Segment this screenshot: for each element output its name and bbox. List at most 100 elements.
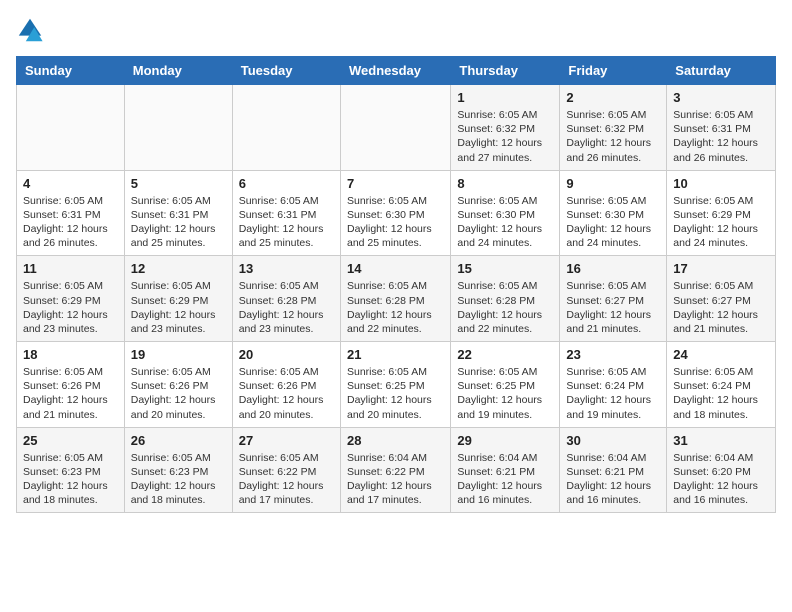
day-detail: Sunrise: 6:05 AM Sunset: 6:26 PM Dayligh… xyxy=(23,365,118,422)
calendar-cell: 30 Sunrise: 6:04 AM Sunset: 6:21 PM Dayli… xyxy=(560,427,667,513)
day-detail: Sunrise: 6:04 AM Sunset: 6:20 PM Dayligh… xyxy=(673,451,769,508)
day-number: 4 xyxy=(23,176,118,191)
calendar-table: SundayMondayTuesdayWednesdayThursdayFrid… xyxy=(16,56,776,513)
day-number: 23 xyxy=(566,347,660,362)
day-detail: Sunrise: 6:05 AM Sunset: 6:31 PM Dayligh… xyxy=(23,194,118,251)
page-header xyxy=(16,16,776,44)
day-detail: Sunrise: 6:05 AM Sunset: 6:28 PM Dayligh… xyxy=(457,279,553,336)
calendar-cell: 2 Sunrise: 6:05 AM Sunset: 6:32 PM Daylig… xyxy=(560,85,667,171)
day-number: 5 xyxy=(131,176,226,191)
calendar-cell: 18 Sunrise: 6:05 AM Sunset: 6:26 PM Dayli… xyxy=(17,342,125,428)
calendar-cell: 26 Sunrise: 6:05 AM Sunset: 6:23 PM Dayli… xyxy=(124,427,232,513)
day-detail: Sunrise: 6:05 AM Sunset: 6:31 PM Dayligh… xyxy=(239,194,334,251)
calendar-week-row: 25 Sunrise: 6:05 AM Sunset: 6:23 PM Dayli… xyxy=(17,427,776,513)
calendar-cell: 25 Sunrise: 6:05 AM Sunset: 6:23 PM Dayli… xyxy=(17,427,125,513)
day-number: 13 xyxy=(239,261,334,276)
weekday-header: Monday xyxy=(124,57,232,85)
day-detail: Sunrise: 6:05 AM Sunset: 6:25 PM Dayligh… xyxy=(347,365,444,422)
calendar-cell: 11 Sunrise: 6:05 AM Sunset: 6:29 PM Dayli… xyxy=(17,256,125,342)
day-detail: Sunrise: 6:05 AM Sunset: 6:30 PM Dayligh… xyxy=(347,194,444,251)
weekday-header: Wednesday xyxy=(340,57,450,85)
calendar-cell: 14 Sunrise: 6:05 AM Sunset: 6:28 PM Dayli… xyxy=(340,256,450,342)
day-detail: Sunrise: 6:05 AM Sunset: 6:32 PM Dayligh… xyxy=(566,108,660,165)
day-number: 7 xyxy=(347,176,444,191)
day-detail: Sunrise: 6:05 AM Sunset: 6:31 PM Dayligh… xyxy=(673,108,769,165)
day-number: 25 xyxy=(23,433,118,448)
calendar-cell: 21Sunrise: 6:05 AM Sunset: 6:25 PM Dayli… xyxy=(340,342,450,428)
calendar-cell xyxy=(124,85,232,171)
day-number: 27 xyxy=(239,433,334,448)
calendar-cell xyxy=(232,85,340,171)
calendar-week-row: 11 Sunrise: 6:05 AM Sunset: 6:29 PM Dayli… xyxy=(17,256,776,342)
day-detail: Sunrise: 6:05 AM Sunset: 6:28 PM Dayligh… xyxy=(239,279,334,336)
day-number: 1 xyxy=(457,90,553,105)
calendar-cell: 28 Sunrise: 6:04 AM Sunset: 6:22 PM Dayli… xyxy=(340,427,450,513)
day-detail: Sunrise: 6:05 AM Sunset: 6:26 PM Dayligh… xyxy=(131,365,226,422)
day-detail: Sunrise: 6:05 AM Sunset: 6:32 PM Dayligh… xyxy=(457,108,553,165)
day-number: 22 xyxy=(457,347,553,362)
day-number: 10 xyxy=(673,176,769,191)
day-detail: Sunrise: 6:04 AM Sunset: 6:22 PM Dayligh… xyxy=(347,451,444,508)
calendar-cell: 22 Sunrise: 6:05 AM Sunset: 6:25 PM Dayli… xyxy=(451,342,560,428)
day-detail: Sunrise: 6:05 AM Sunset: 6:26 PM Dayligh… xyxy=(239,365,334,422)
day-number: 18 xyxy=(23,347,118,362)
day-detail: Sunrise: 6:05 AM Sunset: 6:25 PM Dayligh… xyxy=(457,365,553,422)
day-detail: Sunrise: 6:05 AM Sunset: 6:22 PM Dayligh… xyxy=(239,451,334,508)
calendar-cell: 4 Sunrise: 6:05 AM Sunset: 6:31 PM Daylig… xyxy=(17,170,125,256)
calendar-cell: 7 Sunrise: 6:05 AM Sunset: 6:30 PM Daylig… xyxy=(340,170,450,256)
weekday-header: Tuesday xyxy=(232,57,340,85)
weekday-header: Saturday xyxy=(667,57,776,85)
day-detail: Sunrise: 6:05 AM Sunset: 6:30 PM Dayligh… xyxy=(566,194,660,251)
weekday-header: Friday xyxy=(560,57,667,85)
day-number: 11 xyxy=(23,261,118,276)
day-detail: Sunrise: 6:04 AM Sunset: 6:21 PM Dayligh… xyxy=(457,451,553,508)
day-number: 6 xyxy=(239,176,334,191)
weekday-header-row: SundayMondayTuesdayWednesdayThursdayFrid… xyxy=(17,57,776,85)
day-number: 16 xyxy=(566,261,660,276)
weekday-header: Thursday xyxy=(451,57,560,85)
day-number: 30 xyxy=(566,433,660,448)
day-number: 12 xyxy=(131,261,226,276)
day-number: 24 xyxy=(673,347,769,362)
calendar-cell: 29 Sunrise: 6:04 AM Sunset: 6:21 PM Dayli… xyxy=(451,427,560,513)
day-number: 29 xyxy=(457,433,553,448)
day-detail: Sunrise: 6:05 AM Sunset: 6:23 PM Dayligh… xyxy=(23,451,118,508)
logo xyxy=(16,16,48,44)
calendar-cell: 20 Sunrise: 6:05 AM Sunset: 6:26 PM Dayli… xyxy=(232,342,340,428)
day-number: 28 xyxy=(347,433,444,448)
day-number: 20 xyxy=(239,347,334,362)
calendar-cell: 3 Sunrise: 6:05 AM Sunset: 6:31 PM Daylig… xyxy=(667,85,776,171)
calendar-cell: 24 Sunrise: 6:05 AM Sunset: 6:24 PM Dayli… xyxy=(667,342,776,428)
calendar-cell: 12Sunrise: 6:05 AM Sunset: 6:29 PM Dayli… xyxy=(124,256,232,342)
calendar-cell: 5Sunrise: 6:05 AM Sunset: 6:31 PM Daylig… xyxy=(124,170,232,256)
calendar-cell: 6 Sunrise: 6:05 AM Sunset: 6:31 PM Daylig… xyxy=(232,170,340,256)
day-number: 3 xyxy=(673,90,769,105)
calendar-week-row: 18 Sunrise: 6:05 AM Sunset: 6:26 PM Dayli… xyxy=(17,342,776,428)
calendar-cell: 16 Sunrise: 6:05 AM Sunset: 6:27 PM Dayli… xyxy=(560,256,667,342)
calendar-week-row: 4 Sunrise: 6:05 AM Sunset: 6:31 PM Daylig… xyxy=(17,170,776,256)
calendar-cell: 31 Sunrise: 6:04 AM Sunset: 6:20 PM Dayli… xyxy=(667,427,776,513)
day-number: 9 xyxy=(566,176,660,191)
calendar-cell xyxy=(17,85,125,171)
day-number: 31 xyxy=(673,433,769,448)
day-detail: Sunrise: 6:04 AM Sunset: 6:21 PM Dayligh… xyxy=(566,451,660,508)
calendar-cell: 9 Sunrise: 6:05 AM Sunset: 6:30 PM Daylig… xyxy=(560,170,667,256)
calendar-cell: 13 Sunrise: 6:05 AM Sunset: 6:28 PM Dayli… xyxy=(232,256,340,342)
calendar-cell: 8Sunrise: 6:05 AM Sunset: 6:30 PM Daylig… xyxy=(451,170,560,256)
calendar-cell: 1 Sunrise: 6:05 AM Sunset: 6:32 PM Daylig… xyxy=(451,85,560,171)
logo-icon xyxy=(16,16,44,44)
day-detail: Sunrise: 6:05 AM Sunset: 6:28 PM Dayligh… xyxy=(347,279,444,336)
day-number: 2 xyxy=(566,90,660,105)
day-number: 26 xyxy=(131,433,226,448)
day-detail: Sunrise: 6:05 AM Sunset: 6:27 PM Dayligh… xyxy=(566,279,660,336)
weekday-header: Sunday xyxy=(17,57,125,85)
day-detail: Sunrise: 6:05 AM Sunset: 6:23 PM Dayligh… xyxy=(131,451,226,508)
day-detail: Sunrise: 6:05 AM Sunset: 6:30 PM Dayligh… xyxy=(457,194,553,251)
calendar-cell: 10Sunrise: 6:05 AM Sunset: 6:29 PM Dayli… xyxy=(667,170,776,256)
day-detail: Sunrise: 6:05 AM Sunset: 6:29 PM Dayligh… xyxy=(23,279,118,336)
calendar-cell: 19Sunrise: 6:05 AM Sunset: 6:26 PM Dayli… xyxy=(124,342,232,428)
calendar-cell: 15Sunrise: 6:05 AM Sunset: 6:28 PM Dayli… xyxy=(451,256,560,342)
day-detail: Sunrise: 6:05 AM Sunset: 6:24 PM Dayligh… xyxy=(566,365,660,422)
day-number: 14 xyxy=(347,261,444,276)
day-detail: Sunrise: 6:05 AM Sunset: 6:24 PM Dayligh… xyxy=(673,365,769,422)
